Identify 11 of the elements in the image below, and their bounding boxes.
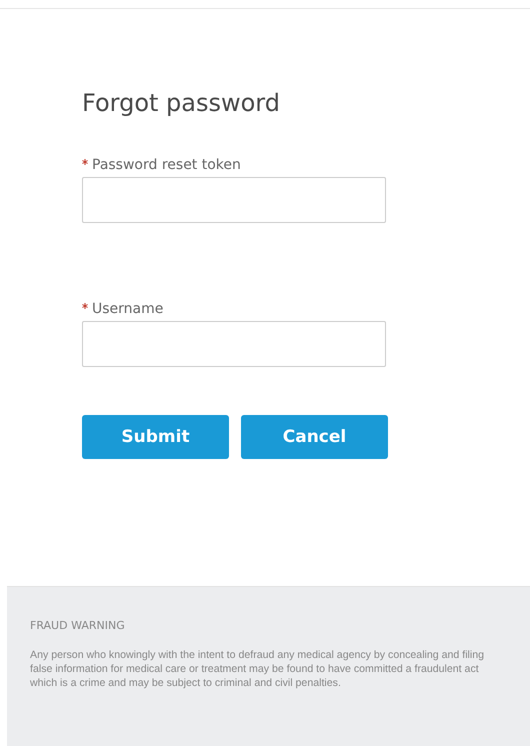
field-label: Username	[82, 301, 386, 317]
cancel-button[interactable]: Cancel	[241, 415, 388, 459]
submit-button[interactable]: Submit	[82, 415, 229, 459]
page-title: Forgot password	[82, 89, 281, 117]
required-asterisk-icon	[82, 303, 88, 309]
input-field[interactable]	[82, 177, 386, 223]
warning-text: Any person who knowingly with the intent to defraud any medical agency by concealing and filing false information for medical care or treatment may be found to have committed a fraudulent act which is a crime and may be subject to criminal and civil penalties.	[30, 648, 486, 690]
required-asterisk-icon	[82, 159, 88, 165]
field-label: Password reset token	[82, 157, 386, 173]
input-field[interactable]	[82, 321, 386, 367]
footer-heading: FRAUD WARNING	[30, 619, 126, 632]
